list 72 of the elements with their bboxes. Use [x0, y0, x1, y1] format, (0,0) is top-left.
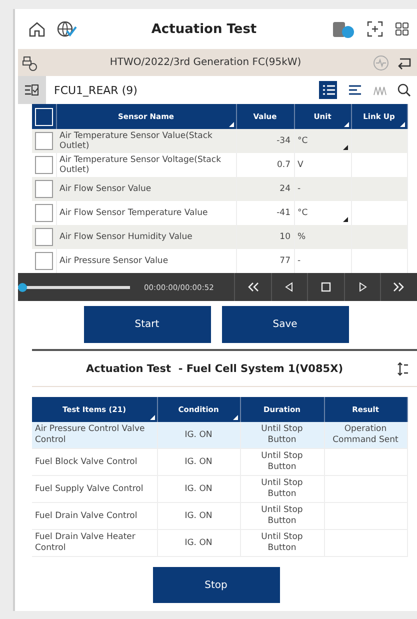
test-duration: Until Stop Button [260, 424, 304, 446]
sensor-name: Air Flow Sensor Humidity Value [56, 225, 236, 249]
section-title: Actuation Test - Fuel Cell System 1(V085X) [85, 362, 344, 374]
sensor-name: Air Temperature Sensor Value(Stack Outlet) [56, 129, 236, 153]
test-row[interactable]: Fuel Drain Valve Control IG. ON Until Stop Button [32, 502, 407, 530]
row-checkbox[interactable] [35, 252, 53, 270]
sensor-unit: - [298, 256, 301, 266]
test-item-name: Fuel Block Valve Control [35, 456, 138, 467]
home-icon[interactable] [29, 22, 45, 36]
test-condition: IG. ON [184, 538, 212, 548]
globe-icon[interactable] [57, 20, 77, 38]
row-checkbox[interactable] [35, 180, 53, 198]
sensor-value: -34 [236, 129, 294, 153]
test-duration: Until Stop Button [260, 505, 304, 527]
sensor-unit: - [298, 184, 301, 194]
test-row[interactable]: Fuel Block Valve Control IG. ON Until Stop Button [32, 448, 407, 476]
fast-rewind-icon[interactable] [246, 282, 259, 292]
device-badge-icon[interactable] [331, 19, 355, 39]
sort-icon [400, 122, 404, 127]
play-icon[interactable] [358, 282, 367, 292]
test-row[interactable]: Fuel Drain Valve Heater Control IG. ON Until Stop Button [32, 530, 407, 556]
test-row[interactable]: Fuel Supply Valve Control IG. ON Until Stop Button [32, 476, 407, 502]
sensor-unit: % [298, 232, 306, 242]
test-item-name: Air Pressure Control Valve Control [35, 424, 145, 445]
row-checkbox[interactable] [35, 204, 53, 222]
test-item-name: Fuel Drain Valve Control [35, 510, 138, 521]
fast-forward-icon[interactable] [393, 282, 406, 292]
sort-icon [232, 415, 238, 420]
stop-button[interactable]: Stop [152, 567, 280, 603]
corner-mark-icon [342, 217, 348, 222]
expand-icon[interactable] [367, 21, 383, 37]
grid-menu-icon[interactable] [395, 22, 409, 36]
sort-order-icon[interactable] [397, 362, 409, 376]
test-duration: Until Stop Button [260, 478, 304, 500]
test-condition: IG. ON [184, 484, 212, 494]
sensor-value: 24 [236, 177, 294, 201]
test-item-name: Fuel Drain Valve Heater Control [35, 532, 136, 553]
sensor-value: 10 [236, 225, 294, 249]
test-condition: IG. ON [184, 510, 212, 521]
sort-icon [344, 122, 348, 127]
sort-icon [228, 122, 234, 127]
test-duration: Until Stop Button [260, 532, 304, 554]
sort-icon [150, 415, 154, 420]
view-mode-button[interactable] [319, 81, 337, 99]
action-button[interactable]: Save [222, 306, 348, 343]
sensor-unit: °C [298, 136, 308, 146]
row-checkbox[interactable] [35, 228, 53, 246]
search-icon[interactable] [397, 83, 411, 97]
row-checkbox[interactable] [35, 132, 53, 150]
checklist-button[interactable] [18, 76, 46, 104]
stop-icon[interactable] [320, 282, 331, 292]
select-all-checkbox[interactable] [34, 108, 53, 126]
sensor-unit: V [298, 160, 304, 170]
sensor-unit: °C [298, 208, 308, 218]
test-item-name: Fuel Supply Valve Control [35, 484, 144, 494]
test-row[interactable]: Air Pressure Control Valve Control IG. ON Until Stop Button Operation Command Sent [32, 422, 407, 448]
sensor-name: Air Flow Sensor Value [56, 177, 236, 201]
test-result: Operation Command Sent [332, 424, 398, 445]
return-icon[interactable] [397, 56, 413, 70]
progress-track[interactable] [18, 282, 130, 292]
row-checkbox[interactable] [35, 156, 53, 174]
previous-icon[interactable] [285, 282, 294, 292]
test-condition: IG. ON [184, 430, 212, 440]
sensor-group-label: FCU1_REAR (9) [54, 84, 138, 96]
corner-mark-icon [342, 145, 348, 150]
window-title: Actuation Test [150, 22, 258, 36]
test-condition: IG. ON [184, 456, 212, 467]
action-button[interactable]: Start [84, 306, 210, 343]
test-duration: Until Stop Button [260, 451, 304, 473]
checklist-icon[interactable] [25, 84, 39, 96]
vehicle-info: HTWO/2022/3rd Generation FC(95kW) [108, 57, 302, 68]
progress-handle[interactable] [18, 282, 27, 292]
